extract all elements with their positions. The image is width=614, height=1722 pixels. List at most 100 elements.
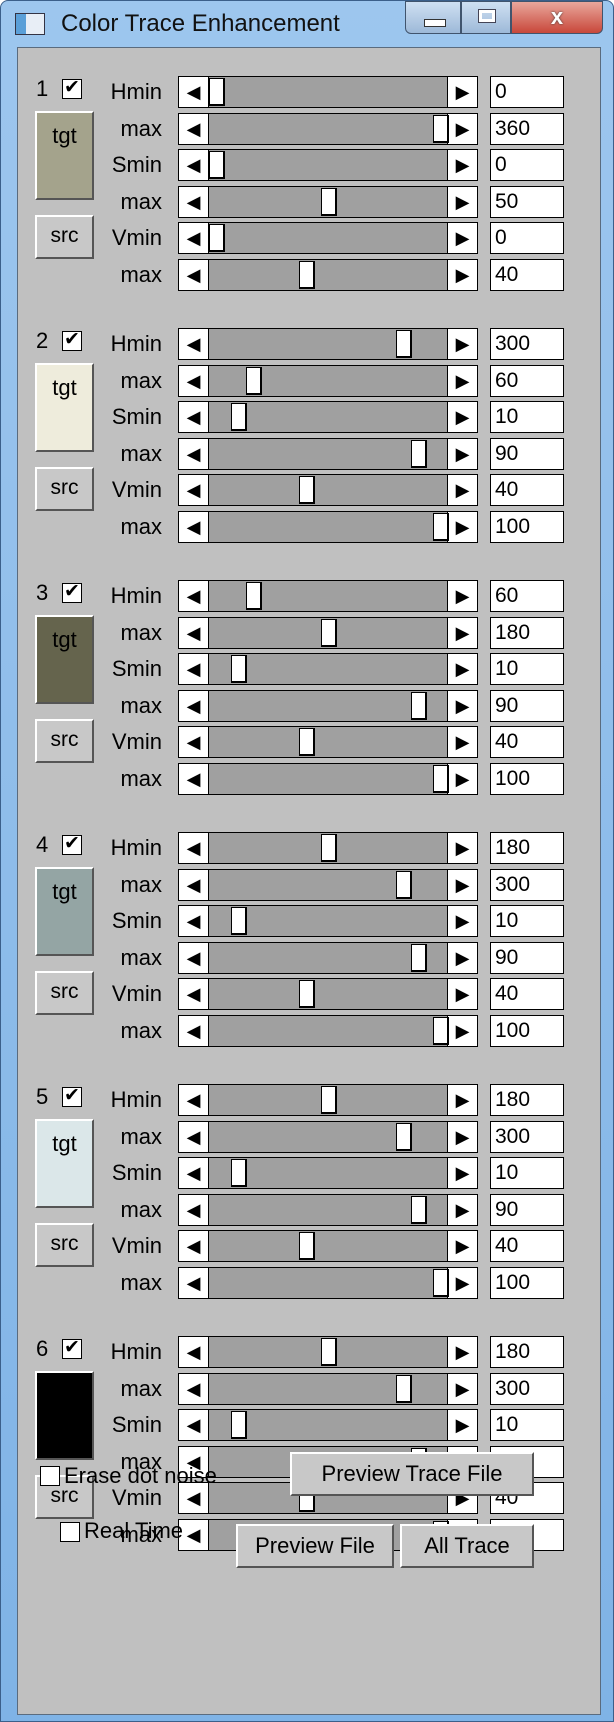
slider-thumb[interactable] — [433, 1016, 449, 1045]
scroll-right-icon[interactable]: ▶ — [447, 1085, 477, 1115]
scroll-left-icon[interactable]: ◀ — [179, 438, 209, 469]
param-slider[interactable]: ◀▶ — [178, 474, 478, 506]
scroll-right-icon[interactable]: ▶ — [447, 223, 477, 253]
param-value-field[interactable]: 60 — [490, 580, 564, 612]
param-value-field[interactable]: 10 — [490, 401, 564, 433]
scroll-left-icon[interactable]: ◀ — [179, 186, 209, 217]
scroll-right-icon[interactable]: ▶ — [447, 259, 477, 290]
title-bar[interactable]: Color Trace Enhancement x — [1, 1, 613, 45]
preview-trace-file-button[interactable]: Preview Trace File — [290, 1452, 534, 1496]
scroll-right-icon[interactable]: ▶ — [447, 906, 477, 936]
param-value-field[interactable]: 90 — [490, 941, 564, 974]
param-slider[interactable]: ◀▶ — [178, 941, 478, 974]
scroll-right-icon[interactable]: ▶ — [447, 150, 477, 180]
slider-thumb[interactable] — [321, 618, 337, 647]
slider-thumb[interactable] — [298, 260, 315, 289]
slider-thumb[interactable] — [395, 1122, 412, 1151]
param-value-field[interactable]: 0 — [490, 149, 564, 181]
scroll-right-icon[interactable]: ▶ — [447, 1015, 477, 1046]
scroll-right-icon[interactable]: ▶ — [447, 869, 477, 900]
slider-thumb[interactable] — [231, 655, 248, 683]
param-value-field[interactable]: 90 — [490, 689, 564, 722]
param-value-field[interactable]: 100 — [490, 1266, 564, 1299]
slider-thumb[interactable] — [209, 151, 225, 179]
scroll-left-icon[interactable]: ◀ — [179, 150, 209, 180]
real-time-checkbox[interactable] — [60, 1522, 80, 1542]
param-value-field[interactable]: 40 — [490, 978, 564, 1010]
slider-thumb[interactable] — [246, 582, 263, 610]
scroll-right-icon[interactable]: ▶ — [447, 942, 477, 973]
param-value-field[interactable]: 40 — [490, 726, 564, 758]
scroll-left-icon[interactable]: ◀ — [179, 329, 209, 359]
scroll-left-icon[interactable]: ◀ — [179, 475, 209, 505]
scroll-right-icon[interactable]: ▶ — [447, 1158, 477, 1188]
scroll-right-icon[interactable]: ▶ — [447, 1337, 477, 1367]
preview-file-button[interactable]: Preview File — [236, 1524, 394, 1568]
slider-thumb[interactable] — [410, 691, 427, 720]
param-value-field[interactable]: 300 — [490, 328, 564, 360]
scroll-right-icon[interactable]: ▶ — [447, 365, 477, 396]
scroll-right-icon[interactable]: ▶ — [447, 654, 477, 684]
scroll-left-icon[interactable]: ◀ — [179, 763, 209, 794]
slider-thumb[interactable] — [231, 1411, 248, 1439]
param-value-field[interactable]: 300 — [490, 1120, 564, 1153]
param-slider[interactable]: ◀▶ — [178, 1157, 478, 1189]
param-slider[interactable]: ◀▶ — [178, 616, 478, 649]
param-value-field[interactable]: 90 — [490, 1193, 564, 1226]
scroll-right-icon[interactable]: ▶ — [447, 617, 477, 648]
minimize-button[interactable] — [405, 1, 461, 34]
param-slider[interactable]: ◀▶ — [178, 832, 478, 864]
slider-thumb[interactable] — [246, 366, 263, 395]
param-slider[interactable]: ◀▶ — [178, 437, 478, 470]
scroll-left-icon[interactable]: ◀ — [179, 1085, 209, 1115]
slider-thumb[interactable] — [298, 980, 315, 1008]
scroll-right-icon[interactable]: ▶ — [447, 1231, 477, 1261]
param-slider[interactable]: ◀▶ — [178, 112, 478, 145]
slider-thumb[interactable] — [433, 114, 449, 143]
param-slider[interactable]: ◀▶ — [178, 905, 478, 937]
scroll-right-icon[interactable]: ▶ — [447, 979, 477, 1009]
param-slider[interactable]: ◀▶ — [178, 1120, 478, 1153]
scroll-right-icon[interactable]: ▶ — [447, 1410, 477, 1440]
scroll-left-icon[interactable]: ◀ — [179, 833, 209, 863]
slider-thumb[interactable] — [231, 403, 248, 431]
scroll-right-icon[interactable]: ▶ — [447, 690, 477, 721]
scroll-left-icon[interactable]: ◀ — [179, 1015, 209, 1046]
param-slider[interactable]: ◀▶ — [178, 1084, 478, 1116]
scroll-left-icon[interactable]: ◀ — [179, 979, 209, 1009]
param-slider[interactable]: ◀▶ — [178, 653, 478, 685]
param-slider[interactable]: ◀▶ — [178, 510, 478, 543]
scroll-left-icon[interactable]: ◀ — [179, 1231, 209, 1261]
scroll-left-icon[interactable]: ◀ — [179, 869, 209, 900]
slider-thumb[interactable] — [298, 476, 315, 504]
param-slider[interactable]: ◀▶ — [178, 1193, 478, 1226]
param-slider[interactable]: ◀▶ — [178, 1266, 478, 1299]
param-value-field[interactable]: 40 — [490, 474, 564, 506]
slider-thumb[interactable] — [321, 834, 337, 862]
scroll-right-icon[interactable]: ▶ — [447, 763, 477, 794]
param-slider[interactable]: ◀▶ — [178, 401, 478, 433]
scroll-left-icon[interactable]: ◀ — [179, 77, 209, 107]
scroll-left-icon[interactable]: ◀ — [179, 906, 209, 936]
scroll-left-icon[interactable]: ◀ — [179, 654, 209, 684]
param-value-field[interactable]: 180 — [490, 616, 564, 649]
erase-dot-noise-checkbox[interactable] — [40, 1466, 60, 1486]
param-value-field[interactable]: 40 — [490, 258, 564, 291]
slider-thumb[interactable] — [410, 439, 427, 468]
param-slider[interactable]: ◀▶ — [178, 222, 478, 254]
slider-thumb[interactable] — [433, 1268, 449, 1297]
scroll-left-icon[interactable]: ◀ — [179, 617, 209, 648]
scroll-left-icon[interactable]: ◀ — [179, 1410, 209, 1440]
scroll-left-icon[interactable]: ◀ — [179, 1158, 209, 1188]
slider-thumb[interactable] — [395, 1374, 412, 1403]
scroll-right-icon[interactable]: ▶ — [447, 1373, 477, 1404]
param-value-field[interactable]: 300 — [490, 868, 564, 901]
param-slider[interactable]: ◀▶ — [178, 978, 478, 1010]
slider-thumb[interactable] — [321, 1086, 337, 1114]
param-slider[interactable]: ◀▶ — [178, 364, 478, 397]
param-slider[interactable]: ◀▶ — [178, 258, 478, 291]
param-slider[interactable]: ◀▶ — [178, 868, 478, 901]
scroll-left-icon[interactable]: ◀ — [179, 1373, 209, 1404]
scroll-left-icon[interactable]: ◀ — [179, 1267, 209, 1298]
slider-thumb[interactable] — [395, 870, 412, 899]
